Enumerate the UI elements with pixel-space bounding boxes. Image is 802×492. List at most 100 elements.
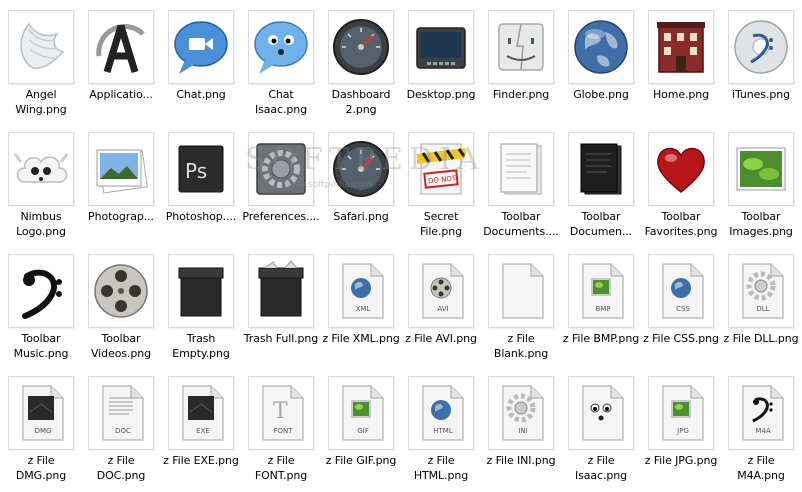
- file-thumbnail[interactable]: Ps: [168, 132, 234, 206]
- file-label: Photoshop....: [165, 210, 237, 223]
- file-item[interactable]: Photograp...: [81, 122, 161, 244]
- file-item[interactable]: DO NOT Secret File.png: [401, 122, 481, 244]
- file-thumbnail[interactable]: [8, 132, 74, 206]
- file-thumbnail[interactable]: INI: [488, 376, 554, 450]
- file-item[interactable]: BMP z File BMP.png: [561, 244, 641, 366]
- file-item[interactable]: Toolbar Music.png: [1, 244, 81, 366]
- file-item[interactable]: Chat.png: [161, 0, 241, 122]
- file-thumbnail[interactable]: [488, 132, 554, 206]
- exe-file-icon: EXE: [182, 385, 224, 441]
- file-thumbnail[interactable]: [168, 10, 234, 84]
- gif-file-icon: GIF: [342, 385, 384, 441]
- file-item[interactable]: Toolbar Favorites.png: [641, 122, 721, 244]
- file-item[interactable]: INI z File INI.png: [481, 366, 561, 488]
- file-thumbnail[interactable]: DO NOT: [408, 132, 474, 206]
- file-thumbnail[interactable]: [88, 10, 154, 84]
- file-item[interactable]: DLL z File DLL.png: [721, 244, 801, 366]
- file-item[interactable]: CSS z File CSS.png: [641, 244, 721, 366]
- file-thumbnail[interactable]: DMG: [8, 376, 74, 450]
- file-item[interactable]: XML z File XML.png: [321, 244, 401, 366]
- safari-compass-icon: [333, 141, 389, 197]
- file-thumbnail[interactable]: JPG: [648, 376, 714, 450]
- file-label: Photograp...: [88, 210, 154, 223]
- trash-full-icon: [258, 260, 304, 317]
- file-item[interactable]: Preferences....: [241, 122, 321, 244]
- file-thumbnail[interactable]: [728, 132, 794, 206]
- file-item[interactable]: Ps Photoshop....: [161, 122, 241, 244]
- file-item[interactable]: Safari.png: [321, 122, 401, 244]
- file-label: Trash Full.png: [243, 332, 319, 345]
- file-item[interactable]: Desktop.png: [401, 0, 481, 122]
- file-thumbnail[interactable]: [568, 10, 634, 84]
- file-item[interactable]: Trash Empty.png: [161, 244, 241, 366]
- file-thumbnail[interactable]: [488, 254, 554, 328]
- css-file-icon: CSS: [662, 263, 704, 319]
- file-thumbnail[interactable]: [408, 10, 474, 84]
- file-thumbnail[interactable]: EXE: [168, 376, 234, 450]
- file-item[interactable]: Nimbus Logo.png: [1, 122, 81, 244]
- file-item[interactable]: z File Isaac.png: [561, 366, 641, 488]
- file-thumbnail[interactable]: [568, 376, 634, 450]
- file-item[interactable]: AVI z File AVI.png: [401, 244, 481, 366]
- photoshop-icon: Ps: [178, 145, 224, 193]
- file-thumbnail[interactable]: [8, 254, 74, 328]
- file-thumbnail[interactable]: T FONT: [248, 376, 314, 450]
- file-item[interactable]: JPG z File JPG.png: [641, 366, 721, 488]
- file-label: Safari.png: [333, 210, 389, 223]
- file-item[interactable]: Trash Full.png: [241, 244, 321, 366]
- file-thumbnail[interactable]: [88, 254, 154, 328]
- file-label: z File HTML.png: [413, 454, 469, 482]
- file-ext-label: JPG: [676, 427, 689, 435]
- file-thumbnail[interactable]: GIF: [328, 376, 394, 450]
- file-thumbnail[interactable]: [248, 254, 314, 328]
- file-thumbnail[interactable]: AVI: [408, 254, 474, 328]
- file-thumbnail[interactable]: [248, 10, 314, 84]
- file-thumbnail[interactable]: HTML: [408, 376, 474, 450]
- file-thumbnail[interactable]: DOC: [88, 376, 154, 450]
- file-thumbnail[interactable]: [648, 132, 714, 206]
- file-thumbnail[interactable]: [88, 132, 154, 206]
- file-item[interactable]: EXE z File EXE.png: [161, 366, 241, 488]
- file-label: iTunes.png: [732, 88, 790, 101]
- file-thumbnail[interactable]: XML: [328, 254, 394, 328]
- file-thumbnail[interactable]: M4A: [728, 376, 794, 450]
- file-item[interactable]: Toolbar Images.png: [721, 122, 801, 244]
- file-ext-label: BMP: [595, 305, 610, 313]
- file-item[interactable]: Dashboard 2.png: [321, 0, 401, 122]
- file-thumbnail[interactable]: DLL: [728, 254, 794, 328]
- file-item[interactable]: Toolbar Documen...: [561, 122, 641, 244]
- photographs-icon: [96, 149, 148, 194]
- file-label: Desktop.png: [406, 88, 476, 101]
- file-item[interactable]: Toolbar Videos.png: [81, 244, 161, 366]
- file-label: Toolbar Videos.png: [91, 332, 151, 360]
- file-thumbnail[interactable]: [168, 254, 234, 328]
- file-item[interactable]: HTML z File HTML.png: [401, 366, 481, 488]
- file-thumbnail[interactable]: BMP: [568, 254, 634, 328]
- file-item[interactable]: iTunes.png: [721, 0, 801, 122]
- file-item[interactable]: Globe.png: [561, 0, 641, 122]
- file-item[interactable]: Angel Wing.png: [1, 0, 81, 122]
- file-thumbnail[interactable]: [328, 132, 394, 206]
- file-item[interactable]: Finder.png: [481, 0, 561, 122]
- file-item[interactable]: M4A z File M4A.png: [721, 366, 801, 488]
- file-item[interactable]: Chat Isaac.png: [241, 0, 321, 122]
- file-item[interactable]: Toolbar Documents....: [481, 122, 561, 244]
- file-thumbnail[interactable]: [648, 10, 714, 84]
- file-thumbnail[interactable]: [568, 132, 634, 206]
- file-thumbnail[interactable]: [248, 132, 314, 206]
- file-item[interactable]: Home.png: [641, 0, 721, 122]
- dll-file-icon: DLL: [742, 263, 784, 319]
- file-thumbnail[interactable]: [328, 10, 394, 84]
- file-item[interactable]: DMG z File DMG.png: [1, 366, 81, 488]
- chat-isaac-icon: [254, 21, 308, 74]
- file-thumbnail[interactable]: [728, 10, 794, 84]
- file-item[interactable]: GIF z File GIF.png: [321, 366, 401, 488]
- file-thumbnail[interactable]: [488, 10, 554, 84]
- file-label: Toolbar Music.png: [13, 332, 69, 360]
- file-item[interactable]: Applicatio...: [81, 0, 161, 122]
- file-item[interactable]: z File Blank.png: [481, 244, 561, 366]
- file-thumbnail[interactable]: [8, 10, 74, 84]
- file-item[interactable]: DOC z File DOC.png: [81, 366, 161, 488]
- file-thumbnail[interactable]: CSS: [648, 254, 714, 328]
- file-item[interactable]: T FONT z File FONT.png: [241, 366, 321, 488]
